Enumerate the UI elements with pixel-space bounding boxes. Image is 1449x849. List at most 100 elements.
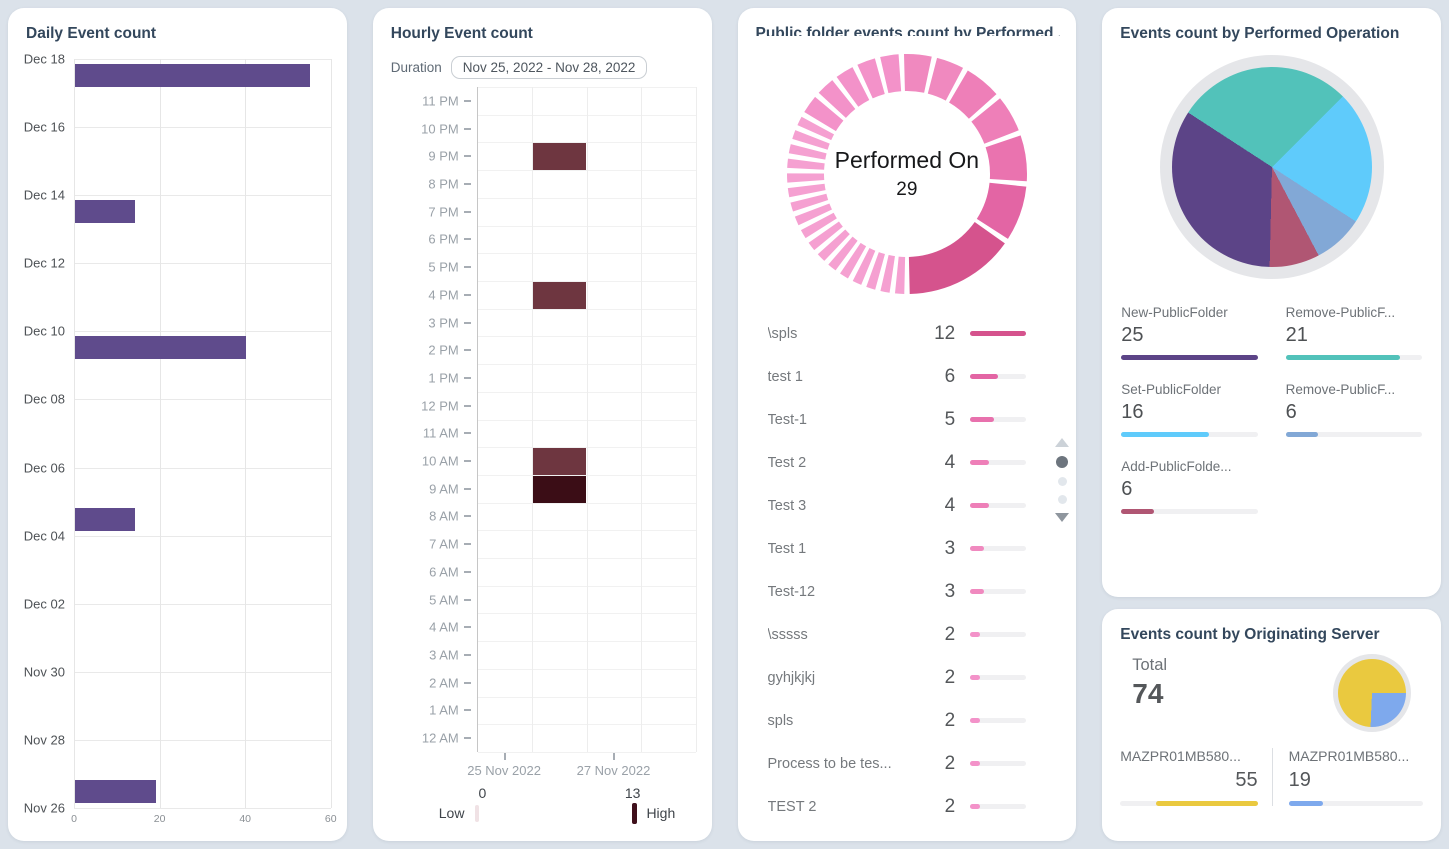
item-name: \spls <box>768 326 935 342</box>
daily-bar[interactable] <box>75 508 135 531</box>
y-tick-label: 7 AM <box>429 537 459 552</box>
panel-title: Events count by Performed Operation <box>1120 25 1425 43</box>
legend-max-value: 13 <box>625 785 641 801</box>
item-value: 4 <box>945 452 956 474</box>
item-bar-fill <box>970 632 979 637</box>
y-tick-mark <box>464 266 471 268</box>
list-item[interactable]: Test 13 <box>754 527 1061 570</box>
server-legend: MAZPR01MB580...55MAZPR01MB580...19 <box>1118 748 1425 806</box>
duration-label: Duration <box>391 60 442 75</box>
legend-high-label: High <box>646 805 675 821</box>
gridline <box>245 59 246 808</box>
y-tick-mark <box>464 294 471 296</box>
legend-bar-fill <box>1286 355 1401 360</box>
item-value: 12 <box>934 323 955 345</box>
item-value: 5 <box>945 409 956 431</box>
daily-bar[interactable] <box>75 200 135 223</box>
daily-bar[interactable] <box>75 64 310 87</box>
daily-bar[interactable] <box>75 336 246 359</box>
legend-bar-fill <box>1121 509 1154 514</box>
item-name: spls <box>768 713 945 729</box>
legend-item[interactable]: Set-PublicFolder16 <box>1121 382 1257 437</box>
legend-item[interactable]: Remove-PublicF...6 <box>1286 382 1422 437</box>
pager-dot-active[interactable] <box>1056 456 1068 468</box>
pager-down-icon[interactable] <box>1055 513 1069 522</box>
gridline <box>74 59 331 60</box>
legend-item[interactable]: New-PublicFolder25 <box>1121 305 1257 360</box>
item-value: 2 <box>945 796 956 818</box>
legend-bar-track <box>1121 432 1257 437</box>
heatmap-cell[interactable] <box>533 143 585 170</box>
item-name: test 1 <box>768 369 945 385</box>
duration-range-picker[interactable]: Nov 25, 2022 - Nov 28, 2022 <box>451 56 648 79</box>
list-item[interactable]: \spls12 <box>754 312 1061 355</box>
daily-bar[interactable] <box>75 780 156 803</box>
hourly-x-axis: 25 Nov 202227 Nov 2022 <box>477 752 696 778</box>
list-item[interactable]: \sssss2 <box>754 613 1061 656</box>
list-item[interactable]: gyhjkjkj2 <box>754 656 1061 699</box>
y-tick-label: 2 AM <box>429 675 459 690</box>
gridline <box>74 195 331 196</box>
item-name: Test 1 <box>768 541 945 557</box>
server-summary-row: Total 74 <box>1118 656 1425 732</box>
legend-label: Set-PublicFolder <box>1121 382 1257 397</box>
item-bar-fill <box>970 675 979 680</box>
y-tick-label: Dec 18 <box>24 52 65 67</box>
item-bar-track <box>970 546 1026 551</box>
item-name: \sssss <box>768 627 945 643</box>
y-tick-mark <box>464 100 471 102</box>
legend-low-label: Low <box>439 805 465 821</box>
legend-item[interactable]: Remove-PublicF...21 <box>1286 305 1422 360</box>
y-tick-mark <box>464 543 471 545</box>
folder-donut-chart: Performed On 29 <box>782 48 1032 300</box>
list-item[interactable]: spls2 <box>754 699 1061 742</box>
heatmap-cell[interactable] <box>533 476 585 503</box>
y-tick-label: Dec 06 <box>24 460 65 475</box>
item-bar-fill <box>970 546 984 551</box>
legend-bar-track <box>1121 509 1257 514</box>
server-pie-chart[interactable] <box>1338 659 1406 727</box>
list-item[interactable]: Test-123 <box>754 570 1061 613</box>
dashboard: Daily Event count Dec 18Dec 16Dec 14Dec … <box>0 0 1449 849</box>
gridline <box>74 468 331 469</box>
y-tick-label: Dec 12 <box>24 256 65 271</box>
item-bar-track <box>970 761 1026 766</box>
list-item[interactable]: Test 24 <box>754 441 1061 484</box>
server-legend-item[interactable]: MAZPR01MB580...55 <box>1118 748 1271 806</box>
item-bar-track <box>970 460 1026 465</box>
x-tick-label: 0 <box>71 813 77 825</box>
heatmap-cell[interactable] <box>533 282 585 309</box>
list-item[interactable]: test 16 <box>754 355 1061 398</box>
y-tick-label: 1 PM <box>428 370 458 385</box>
item-value: 3 <box>945 538 956 560</box>
gridline <box>74 331 331 332</box>
list-item[interactable]: Test-15 <box>754 398 1061 441</box>
operation-pie-chart[interactable] <box>1172 67 1372 267</box>
heatmap-cell[interactable] <box>533 448 585 475</box>
server-legend-item[interactable]: MAZPR01MB580...19 <box>1272 748 1425 806</box>
list-item[interactable]: TEST 22 <box>754 785 1061 828</box>
legend-item[interactable]: Add-PublicFolde...6 <box>1121 459 1257 514</box>
legend-value: 19 <box>1289 769 1423 792</box>
y-tick-mark <box>464 737 471 739</box>
legend-label: Remove-PublicF... <box>1286 305 1422 320</box>
y-tick-label: 4 PM <box>428 287 458 302</box>
pager-up-icon[interactable] <box>1055 438 1069 447</box>
item-value: 2 <box>945 624 956 646</box>
item-bar-track <box>970 804 1026 809</box>
item-bar-fill <box>970 503 989 508</box>
pager-dot[interactable] <box>1058 495 1067 504</box>
gradient-min-handle[interactable] <box>475 805 479 822</box>
list-pager <box>1053 438 1071 522</box>
panel-events-by-operation: Events count by Performed Operation New-… <box>1102 8 1441 597</box>
pager-dot[interactable] <box>1058 477 1067 486</box>
donut-center-value: 29 <box>896 179 917 201</box>
legend-gradient-bar[interactable]: 0 13 <box>476 806 634 821</box>
heatmap-color-legend: Low 0 13 High <box>439 802 696 824</box>
list-item[interactable]: Test 34 <box>754 484 1061 527</box>
x-tick-label: 40 <box>239 813 251 825</box>
list-item[interactable]: Process to be tes...2 <box>754 742 1061 785</box>
y-tick-mark <box>464 128 471 130</box>
gradient-max-handle[interactable] <box>632 803 637 824</box>
gridline <box>160 59 161 808</box>
